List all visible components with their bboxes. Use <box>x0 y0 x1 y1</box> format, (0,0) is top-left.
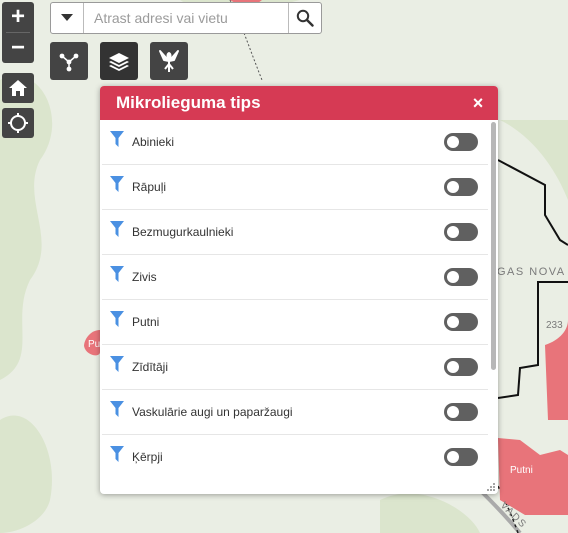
search-button[interactable] <box>288 3 321 33</box>
visibility-toggle[interactable] <box>444 178 478 196</box>
search-source-dropdown[interactable] <box>51 3 84 33</box>
filter-icon[interactable] <box>102 446 132 462</box>
visibility-toggle[interactable] <box>444 133 478 151</box>
home-button[interactable] <box>2 73 34 103</box>
list-item: Ķērpji <box>102 435 488 479</box>
list-item-label: Abinieki <box>132 135 175 149</box>
filter-icon[interactable] <box>102 131 132 147</box>
toggle-knob <box>447 451 459 463</box>
bird-icon <box>159 50 179 72</box>
analysis-tool-button[interactable] <box>50 42 88 80</box>
filter-icon[interactable] <box>102 356 132 372</box>
list-item-label: Bezmugurkaulnieki <box>132 225 234 239</box>
visibility-toggle[interactable] <box>444 313 478 331</box>
list-item: Putni <box>102 300 488 345</box>
layers-button[interactable] <box>100 42 138 80</box>
search-input[interactable] <box>84 3 288 33</box>
locate-icon <box>8 113 28 133</box>
microreserve-type-panel: Mikrolieguma tips × Abinieki Rāpuļi Bezmug… <box>100 86 498 494</box>
visibility-toggle[interactable] <box>444 358 478 376</box>
visibility-toggle[interactable] <box>444 448 478 466</box>
minus-icon: − <box>10 34 25 61</box>
list-item: Vaskulārie augi un paparžaugi <box>102 390 488 435</box>
zoom-out-button[interactable]: − <box>2 33 34 63</box>
list-item-label: Zivis <box>132 270 157 284</box>
list-item: Zīdītāji <box>102 345 488 390</box>
search-icon <box>296 9 314 27</box>
list-item-label: Zīdītāji <box>132 360 169 374</box>
home-icon <box>9 80 27 96</box>
visibility-toggle[interactable] <box>444 223 478 241</box>
resize-handle-icon[interactable] <box>486 482 496 492</box>
microreserve-type-list: Abinieki Rāpuļi Bezmugurkaulnieki Zivis Putn… <box>100 120 490 494</box>
filter-icon[interactable] <box>102 221 132 237</box>
list-item-label: Putni <box>132 315 160 329</box>
list-item: Bezmugurkaulnieki <box>102 210 488 255</box>
toggle-knob <box>447 136 459 148</box>
filter-icon[interactable] <box>102 266 132 282</box>
list-item-label: Ķērpji <box>132 450 163 464</box>
toggle-knob <box>447 316 459 328</box>
filter-icon[interactable] <box>102 311 132 327</box>
caret-down-icon <box>61 14 73 21</box>
panel-scrollbar[interactable] <box>491 122 496 370</box>
visibility-toggle[interactable] <box>444 403 478 421</box>
map-elevation-label: 233 <box>546 320 563 331</box>
list-item: Rāpuļi <box>102 165 488 210</box>
panel-header: Mikrolieguma tips × <box>100 86 498 120</box>
filter-icon[interactable] <box>102 401 132 417</box>
map-region-label: GAS NOVA <box>497 266 566 278</box>
locate-button[interactable] <box>2 108 34 138</box>
search-bar <box>50 2 322 34</box>
toggle-knob <box>447 226 459 238</box>
list-item-label: Rāpuļi <box>132 180 167 194</box>
list-item: Abinieki <box>102 120 488 165</box>
map-left-poly-label: Pu <box>88 339 101 350</box>
list-item-label: Vaskulārie augi un paparžaugi <box>132 405 293 419</box>
species-filter-button[interactable] <box>150 42 188 80</box>
zoom-controls: + − <box>2 2 34 63</box>
layers-icon <box>109 53 129 71</box>
filter-icon[interactable] <box>102 176 132 192</box>
plus-icon: + <box>10 3 25 30</box>
toggle-knob <box>447 181 459 193</box>
map-putni-label: Putni <box>510 465 533 476</box>
close-icon[interactable]: × <box>468 93 488 114</box>
list-item: Zivis <box>102 255 488 300</box>
toggle-knob <box>447 406 459 418</box>
zoom-in-button[interactable]: + <box>2 2 34 32</box>
toggle-knob <box>447 271 459 283</box>
panel-title: Mikrolieguma tips <box>116 93 261 112</box>
visibility-toggle[interactable] <box>444 268 478 286</box>
toggle-knob <box>447 361 459 373</box>
nodes-icon <box>59 53 79 72</box>
